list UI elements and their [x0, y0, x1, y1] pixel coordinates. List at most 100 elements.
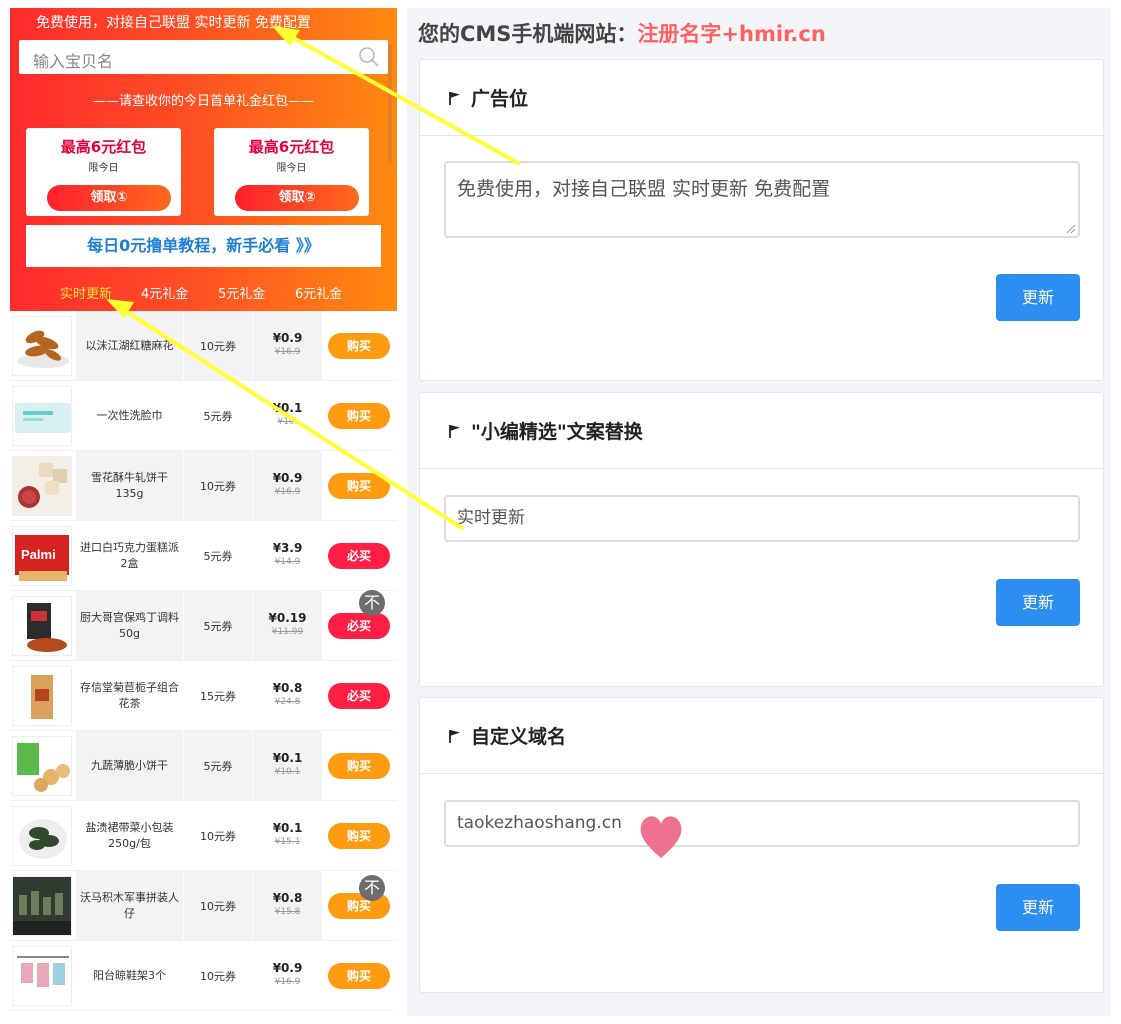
product-coupon: 5元券 [203, 550, 233, 563]
current-price: ¥0.1 [272, 751, 303, 765]
claim-button-1[interactable]: 领取① [47, 185, 171, 211]
card-title: "小编精选"文案替换 [471, 421, 643, 443]
flag-icon [449, 730, 460, 743]
list-item[interactable]: 阳台晾鞋架3个 10元券 ¥0.9 ¥16.9 购买 [10, 941, 397, 1011]
current-price: ¥3.9 [272, 541, 303, 555]
product-price: ¥0.1 ¥10.1 [253, 731, 322, 801]
product-name: 以沫江湖红糖麻花 [76, 311, 183, 381]
claim-button-2[interactable]: 领取② [235, 185, 359, 211]
search-input[interactable]: 输入宝贝名 [33, 48, 113, 72]
coupon-title: 最高6元红包 [60, 138, 147, 156]
list-item[interactable]: 一次性洗脸巾 5元券 ¥0.1 ¥10. 购买 [10, 381, 397, 451]
buy-button[interactable]: 购买 [328, 333, 390, 359]
list-item[interactable]: 存信堂菊苣栀子组合花茶 15元券 ¥0.8 ¥24.8 必买 [10, 661, 397, 731]
product-coupon: 5元券 [184, 731, 252, 801]
update-button[interactable]: 更新 [996, 579, 1080, 626]
card-title: 自定义域名 [471, 726, 567, 748]
product-image[interactable] [12, 386, 72, 446]
product-image[interactable] [12, 316, 72, 376]
original-price: ¥24.8 [274, 697, 301, 707]
card-header: 广告位 [420, 60, 1103, 136]
product-image[interactable]: Palmi [12, 526, 72, 586]
page-title: 您的CMS手机端网站：注册名字+hmir.cn [418, 18, 826, 48]
product-coupon: 5元券 [203, 410, 233, 423]
buy-button[interactable]: 购买 [328, 753, 390, 779]
list-item[interactable]: 九蔬薄脆小饼干 5元券 ¥0.1 ¥10.1 购买 [10, 731, 397, 801]
product-price: ¥0.19 ¥11.99 [253, 591, 322, 661]
current-price: ¥0.1 [272, 821, 303, 835]
list-item[interactable]: Palmi 进口白巧克力蛋糕派2盒 5元券 ¥3.9 ¥14.9 必买 [10, 521, 397, 591]
product-image[interactable] [12, 806, 72, 866]
product-coupon: 15元券 [200, 690, 236, 703]
card-header: 自定义域名 [420, 698, 1103, 774]
admin-panel: 您的CMS手机端网站：注册名字+hmir.cn 广告位 免费使用，对接自己联盟 … [407, 8, 1111, 1016]
product-image[interactable] [12, 736, 72, 796]
tab-6-yuan[interactable]: 6元礼金 [295, 283, 342, 302]
product-name: 存信堂菊苣栀子组合花茶 [80, 681, 179, 710]
product-coupon: 10元券 [184, 451, 252, 521]
original-price: ¥10. [277, 417, 298, 427]
ad-text-area[interactable]: 免费使用，对接自己联盟 实时更新 免费配置 [444, 161, 1080, 238]
original-price: ¥15.8 [274, 907, 301, 917]
product-price: ¥3.9 ¥14.9 [253, 521, 322, 591]
tab-realtime[interactable]: 实时更新 [60, 283, 112, 302]
original-price: ¥16.9 [274, 977, 301, 987]
editor-pick-input[interactable]: 实时更新 [444, 495, 1080, 542]
card-header: "小编精选"文案替换 [420, 393, 1103, 469]
must-buy-button[interactable]: 必买 [328, 613, 390, 639]
product-name: 进口白巧克力蛋糕派2盒 [80, 541, 179, 570]
current-price: ¥0.19 [268, 611, 307, 625]
back-to-top-icon[interactable]: 不 [359, 875, 385, 901]
list-item[interactable]: 雪花酥牛轧饼干135g 10元券 ¥0.9 ¥16.9 购买 [10, 451, 397, 521]
product-name: 盐渍裙带菜小包装250g/包 [85, 821, 174, 850]
product-list: 以沫江湖红糖麻花 10元券 ¥0.9 ¥16.9 购买 一次性洗脸巾 5元券 ¥… [10, 311, 397, 1011]
search-icon[interactable] [358, 46, 380, 68]
current-price: ¥0.8 [272, 891, 303, 905]
custom-domain-card: 自定义域名 taokezhaoshang.cn 更新 [419, 697, 1104, 993]
list-item[interactable]: 厨大哥宫保鸡丁调料50g 5元券 ¥0.19 ¥11.99 必买 [10, 591, 397, 661]
mobile-preview: 免费使用，对接自己联盟 实时更新 免费配置 输入宝贝名 ——请查收你的今日首单礼… [10, 8, 397, 1016]
product-image[interactable] [12, 876, 72, 936]
product-name: 九蔬薄脆小饼干 [76, 731, 183, 801]
list-item[interactable]: 以沫江湖红糖麻花 10元券 ¥0.9 ¥16.9 购买 [10, 311, 397, 381]
must-buy-button[interactable]: 必买 [328, 683, 390, 709]
tutorial-banner[interactable]: 每日0元撸单教程，新手必看 》》 [26, 225, 381, 267]
svg-text:Palmi: Palmi [21, 547, 56, 562]
heart-icon [640, 816, 682, 858]
product-image[interactable] [12, 596, 72, 656]
product-coupon: 5元券 [184, 591, 252, 661]
resize-handle-icon[interactable] [1066, 224, 1076, 234]
current-price: ¥0.9 [272, 961, 303, 975]
coupon-card-2: 最高6元红包 限今日 领取② [214, 128, 369, 216]
buy-button[interactable]: 购买 [328, 963, 390, 989]
original-price: ¥15.1 [274, 837, 301, 847]
tab-5-yuan[interactable]: 5元礼金 [218, 283, 265, 302]
original-price: ¥10.1 [274, 767, 301, 777]
buy-button[interactable]: 购买 [328, 403, 390, 429]
title-highlight: 注册名字+hmir.cn [637, 22, 826, 46]
buy-button[interactable]: 购买 [328, 823, 390, 849]
buy-button[interactable]: 购买 [328, 473, 390, 499]
ad-text-value: 免费使用，对接自己联盟 实时更新 免费配置 [457, 178, 831, 200]
list-item[interactable]: 沃马积木军事拼装人仔 10元券 ¥0.8 ¥15.8 购买 [10, 871, 397, 941]
tab-4-yuan[interactable]: 4元礼金 [141, 283, 188, 302]
update-button[interactable]: 更新 [996, 884, 1080, 931]
current-price: ¥0.8 [272, 681, 303, 695]
scrollbar[interactable] [388, 44, 392, 164]
coupon-title: 最高6元红包 [248, 138, 335, 156]
product-image[interactable] [12, 666, 72, 726]
domain-input[interactable]: taokezhaoshang.cn [444, 800, 1080, 847]
product-price: ¥0.1 ¥15.1 [253, 801, 322, 871]
product-image[interactable] [12, 946, 72, 1006]
must-buy-button[interactable]: 必买 [328, 543, 390, 569]
product-image[interactable] [12, 456, 72, 516]
product-price: ¥0.1 ¥10. [253, 381, 322, 451]
back-to-top-icon[interactable]: 不 [359, 590, 385, 616]
search-box[interactable]: 输入宝贝名 [19, 40, 388, 74]
product-name: 一次性洗脸巾 [96, 409, 163, 422]
product-price: ¥0.8 ¥15.8 [253, 871, 322, 941]
product-coupon: 10元券 [184, 871, 252, 941]
update-button[interactable]: 更新 [996, 274, 1080, 321]
card-title: 广告位 [471, 88, 529, 110]
list-item[interactable]: 盐渍裙带菜小包装250g/包 10元券 ¥0.1 ¥15.1 购买 [10, 801, 397, 871]
